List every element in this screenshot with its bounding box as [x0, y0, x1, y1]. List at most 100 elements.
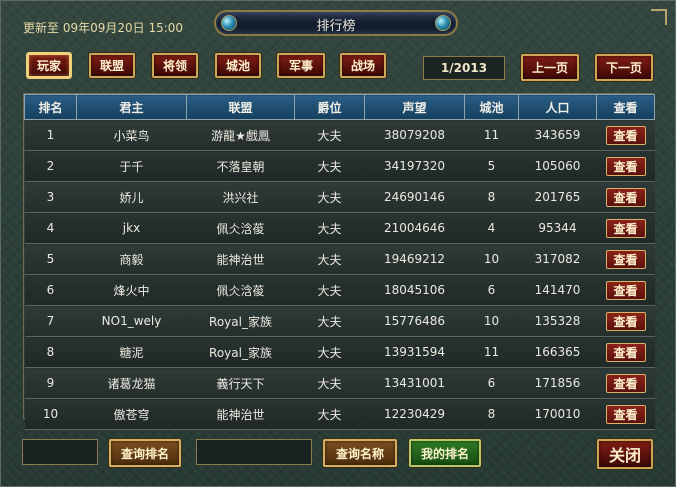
population-cell: 166365	[518, 336, 597, 368]
rank-cell: 5	[24, 243, 77, 275]
col-alliance: 联盟	[186, 94, 295, 120]
lord-cell: 小菜鸟	[76, 119, 187, 151]
view-button[interactable]: 查看	[605, 373, 646, 393]
population-cell: 170010	[518, 398, 597, 430]
population-cell: 171856	[518, 367, 597, 399]
col-view: 查看	[596, 94, 655, 120]
view-cell: 查看	[596, 398, 655, 430]
prev-page-button[interactable]: 上一页	[521, 54, 579, 81]
update-timestamp: 更新至 09年09月20日 15:00	[23, 21, 184, 35]
cities-cell: 6	[464, 274, 519, 306]
tab-players[interactable]: 玩家	[27, 53, 71, 78]
lord-cell: 烽火中	[76, 274, 187, 306]
cities-cell: 10	[464, 243, 519, 275]
lord-cell: 娇儿	[76, 181, 187, 213]
view-button[interactable]: 查看	[605, 342, 646, 362]
table-row: 2 于千 不落皇朝 大夫 34197320 5 105060 查看	[24, 150, 655, 182]
view-cell: 查看	[596, 336, 655, 368]
prestige-cell: 12230429	[364, 398, 465, 430]
population-cell: 95344	[518, 212, 597, 244]
tab-cities[interactable]: 城池	[215, 53, 261, 78]
rank-cell: 2	[24, 150, 77, 182]
table-header: 排名 君主 联盟 爵位 声望 城池 人口 查看	[24, 94, 655, 120]
alliance-cell: 佩仌浛葰	[186, 274, 295, 306]
view-button[interactable]: 查看	[605, 187, 646, 207]
rank-cell: 10	[24, 398, 77, 430]
title-cell: 大夫	[294, 119, 365, 151]
population-cell: 141470	[518, 274, 597, 306]
table-row: 4 jkx 佩仌浛葰 大夫 21004646 4 95344 查看	[24, 212, 655, 244]
corner-ornament-icon	[651, 9, 667, 25]
view-button[interactable]: 查看	[605, 280, 646, 300]
table-row: 8 糖泥 Royal_家族 大夫 13931594 11 166365 查看	[24, 336, 655, 368]
cities-cell: 8	[464, 398, 519, 430]
col-prestige: 声望	[364, 94, 465, 120]
table-row: 7 NO1_wely Royal_家族 大夫 15776486 10 135328 查看	[24, 305, 655, 337]
rank-cell: 1	[24, 119, 77, 151]
panel-title: 排行榜	[316, 19, 356, 34]
alliance-cell: 游龍★戲鳳	[186, 119, 295, 151]
rank-cell: 7	[24, 305, 77, 337]
cities-cell: 4	[464, 212, 519, 244]
lord-cell: NO1_wely	[76, 305, 187, 337]
title-cell: 大夫	[294, 181, 365, 213]
rank-cell: 4	[24, 212, 77, 244]
prestige-cell: 13431001	[364, 367, 465, 399]
query-name-button[interactable]: 查询名称	[323, 439, 397, 467]
view-cell: 查看	[596, 243, 655, 275]
view-cell: 查看	[596, 212, 655, 244]
cities-cell: 8	[464, 181, 519, 213]
table-row: 3 娇儿 洪兴社 大夫 24690146 8 201765 查看	[24, 181, 655, 213]
view-cell: 查看	[596, 181, 655, 213]
cities-cell: 11	[464, 119, 519, 151]
tab-generals[interactable]: 将领	[152, 53, 198, 78]
view-button[interactable]: 查看	[605, 156, 646, 176]
view-button[interactable]: 查看	[605, 404, 646, 424]
view-button[interactable]: 查看	[605, 311, 646, 331]
alliance-cell: Royal_家族	[186, 305, 295, 337]
tab-battlefield[interactable]: 战场	[340, 53, 386, 78]
table-row: 6 烽火中 佩仌浛葰 大夫 18045106 6 141470 查看	[24, 274, 655, 306]
ranking-table: 排名 君主 联盟 爵位 声望 城池 人口 查看 1 小菜鸟 游龍★戲鳳 大夫 38079…	[23, 93, 655, 430]
alliance-cell: 能神治世	[186, 243, 295, 275]
title-cell: 大夫	[294, 336, 365, 368]
rank-query-input[interactable]	[22, 439, 98, 465]
next-page-button[interactable]: 下一页	[595, 54, 653, 81]
alliance-cell: Royal_家族	[186, 336, 295, 368]
rank-cell: 3	[24, 181, 77, 213]
view-button[interactable]: 查看	[605, 125, 646, 145]
alliance-cell: 佩仌浛葰	[186, 212, 295, 244]
view-cell: 查看	[596, 274, 655, 306]
col-lord: 君主	[76, 94, 187, 120]
lord-cell: 诸葛龙猫	[76, 367, 187, 399]
title-bar: 排行榜	[214, 10, 458, 36]
tab-military[interactable]: 军事	[277, 53, 325, 78]
query-rank-button[interactable]: 查询排名	[109, 439, 181, 467]
close-button[interactable]: 关闭	[597, 439, 653, 469]
prestige-cell: 15776486	[364, 305, 465, 337]
view-button[interactable]: 查看	[605, 249, 646, 269]
table-row: 1 小菜鸟 游龍★戲鳳 大夫 38079208 11 343659 查看	[24, 119, 655, 151]
title-cell: 大夫	[294, 243, 365, 275]
alliance-cell: 能神治世	[186, 398, 295, 430]
lord-cell: 于千	[76, 150, 187, 182]
tab-alliances[interactable]: 联盟	[89, 53, 135, 78]
title-cell: 大夫	[294, 305, 365, 337]
prestige-cell: 34197320	[364, 150, 465, 182]
col-rank: 排名	[24, 94, 77, 120]
view-button[interactable]: 查看	[605, 218, 646, 238]
name-query-input[interactable]	[196, 439, 312, 465]
col-cities: 城池	[464, 94, 519, 120]
title-cell: 大夫	[294, 367, 365, 399]
view-cell: 查看	[596, 305, 655, 337]
view-cell: 查看	[596, 119, 655, 151]
view-cell: 查看	[596, 367, 655, 399]
table-row: 10 傲苍穹 能神治世 大夫 12230429 8 170010 查看	[24, 398, 655, 430]
population-cell: 135328	[518, 305, 597, 337]
rank-cell: 6	[24, 274, 77, 306]
my-rank-button[interactable]: 我的排名	[409, 439, 481, 467]
col-title: 爵位	[294, 94, 365, 120]
lord-cell: 傲苍穹	[76, 398, 187, 430]
rank-cell: 8	[24, 336, 77, 368]
prestige-cell: 21004646	[364, 212, 465, 244]
